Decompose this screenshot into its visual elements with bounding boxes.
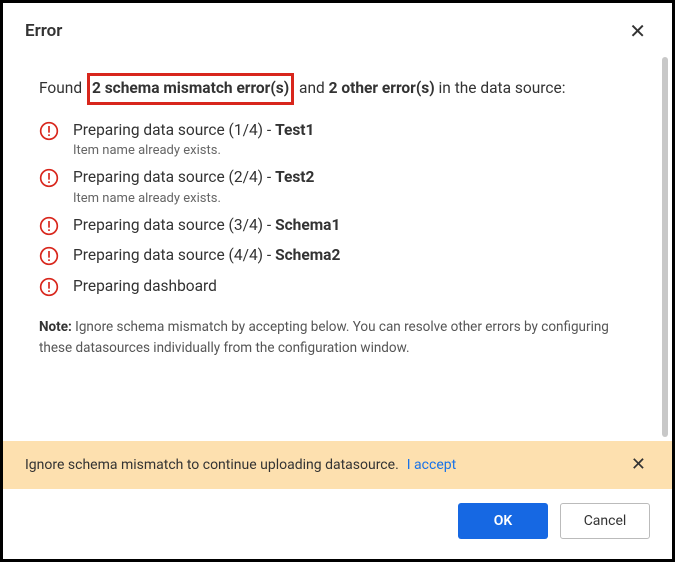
error-text: Preparing data source (4/4) - Schema2 [73,244,340,266]
error-icon [39,246,59,266]
error-prefix: Preparing data source (3/4) - [73,216,275,234]
error-icon [39,168,59,188]
error-name: Schema1 [275,216,340,234]
error-text: Preparing data source (1/4) - Test1 [73,119,314,141]
cancel-button[interactable]: Cancel [560,503,650,539]
error-list: Preparing data source (1/4) - Test1 Item… [39,119,648,297]
dialog-body: Found 2 schema mismatch error(s) and 2 o… [3,57,672,441]
error-name: Test2 [275,168,314,186]
error-sub: Item name already exists. [73,191,314,206]
error-prefix: Preparing data source (1/4) - [73,121,275,139]
note-body: Ignore schema mismatch by accepting belo… [39,319,609,356]
error-icon [39,277,59,297]
error-name: Schema2 [275,246,340,264]
note-text: Note: Ignore schema mismatch by acceptin… [39,317,648,359]
schema-error-count: 2 schema mismatch error(s) [92,79,289,97]
error-prefix: Preparing data source (4/4) - [73,246,275,264]
list-item: Preparing data source (2/4) - Test2 Item… [39,166,628,205]
banner-close-icon[interactable]: ✕ [627,454,650,476]
dialog-footer: OK Cancel [3,489,672,559]
dialog-header: Error ✕ [3,3,672,57]
accept-banner: Ignore schema mismatch to continue uploa… [3,441,672,489]
error-content: Preparing data source (1/4) - Test1 Item… [73,119,314,158]
ok-button[interactable]: OK [458,503,548,539]
schema-error-highlight: 2 schema mismatch error(s) [87,73,294,105]
summary-suffix: in the data source: [435,79,566,97]
error-icon [39,216,59,236]
error-icon [39,121,59,141]
summary-mid: and [295,79,328,97]
accept-link[interactable]: I accept [407,457,456,473]
error-text: Preparing data source (2/4) - Test2 [73,166,314,188]
summary-prefix: Found [39,79,82,97]
close-icon[interactable]: ✕ [625,19,650,43]
error-prefix: Preparing dashboard [73,277,217,295]
list-item: Preparing data source (3/4) - Schema1 [39,214,628,236]
error-name: Test1 [275,121,314,139]
error-content: Preparing data source (4/4) - Schema2 [73,244,340,266]
list-item: Preparing dashboard [39,275,628,297]
error-content: Preparing data source (3/4) - Schema1 [73,214,340,236]
error-content: Preparing dashboard [73,275,217,297]
note-label: Note: [39,319,72,335]
error-sub: Item name already exists. [73,143,314,158]
error-text: Preparing data source (3/4) - Schema1 [73,214,340,236]
list-item: Preparing data source (1/4) - Test1 Item… [39,119,628,158]
error-dialog: Error ✕ Found 2 schema mismatch error(s)… [3,3,672,559]
scrollbar[interactable] [662,57,668,437]
banner-text: Ignore schema mismatch to continue uploa… [25,457,399,473]
error-content: Preparing data source (2/4) - Test2 Item… [73,166,314,205]
dialog-title: Error [25,21,62,41]
error-prefix: Preparing data source (2/4) - [73,168,275,186]
error-text: Preparing dashboard [73,275,217,297]
other-error-count: 2 other error(s) [329,79,435,97]
error-summary: Found 2 schema mismatch error(s) and 2 o… [39,75,648,103]
list-item: Preparing data source (4/4) - Schema2 [39,244,628,266]
